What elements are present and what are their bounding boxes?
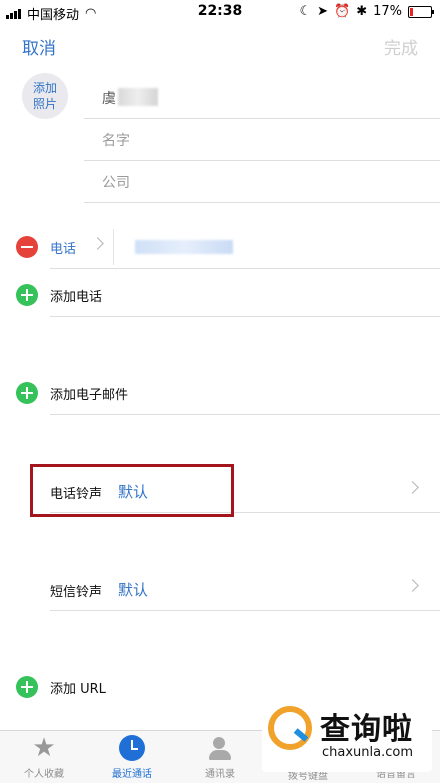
phone-number-field[interactable] [135, 240, 233, 254]
add-photo-line2: 照片 [32, 97, 57, 111]
add-icon [16, 284, 38, 306]
watermark-logo-icon [268, 706, 312, 750]
chevron-right-icon[interactable] [91, 237, 104, 250]
phone-row: 电话 [0, 225, 440, 269]
text-tone-value: 默认 [118, 581, 149, 599]
battery-percent: 17% [373, 4, 402, 19]
done-button[interactable]: 完成 [384, 34, 418, 59]
tab-label: 个人收藏 [24, 769, 64, 780]
cancel-button[interactable]: 取消 [22, 34, 56, 59]
row-divider [50, 610, 440, 611]
delete-phone-icon[interactable] [16, 236, 38, 258]
watermark: 查询啦 chaxunla.com [262, 700, 432, 772]
surname-blurred [118, 88, 158, 106]
row-divider [50, 316, 440, 317]
add-photo-label: 添加 照片 [33, 80, 57, 112]
bluetooth-icon: ✱ [356, 4, 368, 19]
chevron-right-icon [406, 579, 419, 592]
row-divider [50, 414, 440, 415]
add-photo-line1: 添加 [32, 81, 57, 95]
add-photo-button[interactable]: 添加 照片 [22, 73, 68, 119]
text-tone-row[interactable]: 短信铃声 默认 [0, 567, 440, 611]
moon-icon: ☾ [299, 4, 312, 19]
company-placeholder: 公司 [102, 175, 130, 191]
surname-value: 虞 [102, 91, 116, 107]
battery-icon [408, 5, 434, 18]
phone-divider [113, 229, 114, 265]
text-tone-label: 短信铃声 [50, 585, 103, 600]
company-field[interactable]: 公司 [84, 160, 440, 203]
row-divider [50, 268, 440, 269]
add-email-row[interactable]: 添加电子邮件 [0, 371, 440, 415]
watermark-title: 查询啦 [320, 712, 413, 747]
star-icon: ★ [32, 733, 56, 763]
highlight-annotation [30, 464, 234, 517]
name-field[interactable]: 名字 [84, 118, 440, 161]
surname-field[interactable]: 虞 [84, 76, 440, 119]
battery-fill [410, 7, 413, 16]
chevron-right-icon [406, 481, 419, 494]
add-phone-label: 添加电话 [50, 290, 103, 305]
alarm-icon: ⏰ [334, 4, 351, 19]
add-email-label: 添加电子邮件 [50, 388, 129, 403]
tab-label: 通讯录 [205, 769, 235, 780]
contacts-icon [207, 735, 233, 761]
tab-favorites[interactable]: ★ 个人收藏 [0, 735, 88, 780]
status-bar: 中国移动 ◠ 22:38 ☾ ➤ ⏰ ✱ 17% [0, 0, 440, 24]
clock-icon [119, 735, 145, 761]
watermark-url: chaxunla.com [322, 745, 413, 760]
add-icon [16, 676, 38, 698]
tab-label: 最近通话 [112, 769, 152, 780]
location-icon: ➤ [317, 4, 328, 19]
add-url-label: 添加 URL [50, 682, 106, 697]
phone-label[interactable]: 电话 [50, 238, 76, 257]
add-phone-row[interactable]: 添加电话 [0, 273, 440, 317]
add-icon [16, 382, 38, 404]
name-placeholder: 名字 [102, 133, 130, 149]
tab-contacts[interactable]: 通讯录 [176, 735, 264, 780]
tab-recents[interactable]: 最近通话 [88, 735, 176, 780]
status-right: ☾ ➤ ⏰ ✱ 17% [299, 4, 434, 19]
